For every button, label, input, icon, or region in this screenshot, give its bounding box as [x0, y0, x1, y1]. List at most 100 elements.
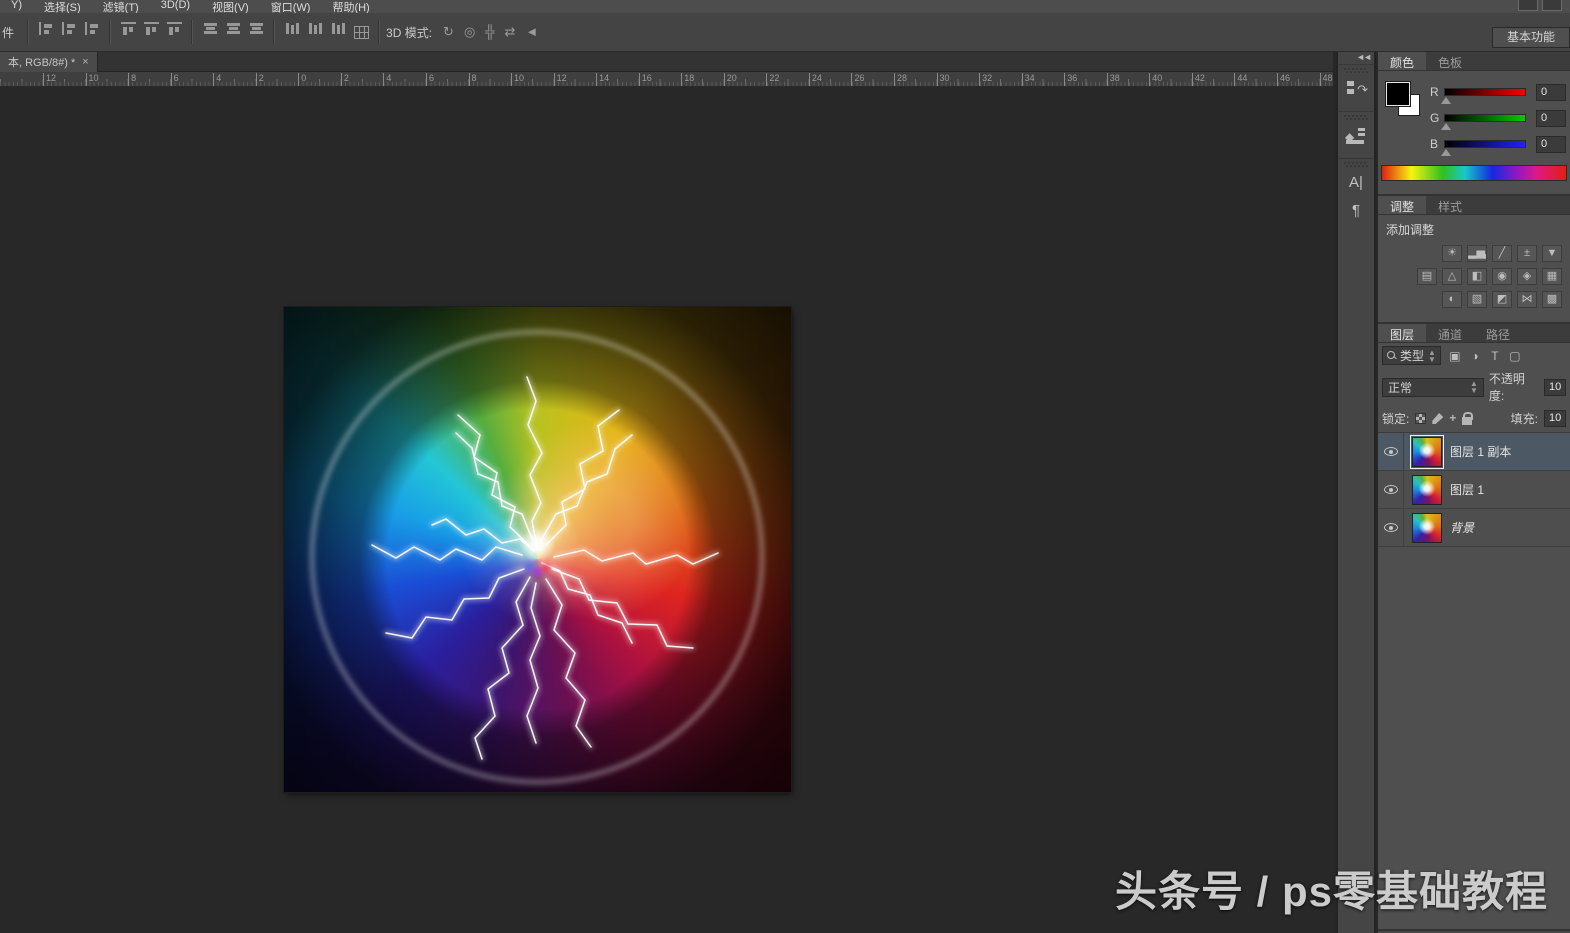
- blend-mode-select[interactable]: 正常 ▲ ▼: [1382, 377, 1484, 397]
- exposure-icon[interactable]: ±: [1517, 245, 1537, 262]
- selective-color-icon[interactable]: ▩: [1542, 291, 1562, 308]
- distribute-right-icon[interactable]: [331, 22, 347, 36]
- lock-position-icon[interactable]: +: [1449, 412, 1456, 424]
- ruler-tick-label: 42: [1191, 73, 1205, 86]
- brightness-contrast-icon[interactable]: ☀: [1442, 245, 1462, 262]
- canvas-area[interactable]: [0, 87, 1333, 933]
- 3d-mode-label: 3D 模式:: [386, 25, 433, 40]
- horizontal-ruler: 12 10 8 6 4 2 0 2 4 6 8 10 12 14 16 18 20 22 24 26 28 30 32 34 3…: [0, 72, 1333, 87]
- filter-pixel-layers-icon[interactable]: ▣: [1447, 349, 1463, 363]
- align-bottom-edges-icon[interactable]: [167, 22, 183, 36]
- curves-icon[interactable]: ╱: [1492, 245, 1512, 262]
- channel-value-b[interactable]: 0: [1536, 135, 1566, 153]
- align-horizontal-centers-icon[interactable]: [62, 22, 78, 36]
- layers-panel-tab[interactable]: 通道: [1426, 324, 1474, 342]
- 3d-drag-icon[interactable]: ╬: [485, 24, 494, 39]
- adjustments-panel-tab[interactable]: 调整: [1378, 196, 1427, 214]
- distribute-vertical-centers-icon[interactable]: [226, 22, 242, 36]
- color-panel-tab[interactable]: 颜色: [1378, 52, 1427, 70]
- posterize-icon[interactable]: ▧: [1467, 291, 1487, 308]
- eye-icon: [1383, 447, 1398, 456]
- filter-adjustment-layers-icon[interactable]: ◑: [1467, 349, 1483, 363]
- history-panel-icon[interactable]: [1344, 77, 1368, 102]
- channel-value-r[interactable]: 0: [1536, 83, 1566, 101]
- channel-slider-b[interactable]: [1441, 140, 1526, 156]
- 3d-slide-icon[interactable]: ⇄: [505, 24, 516, 39]
- foreground-color-swatch[interactable]: [1385, 81, 1411, 107]
- ruler-tick-label: 38: [1106, 73, 1120, 86]
- 3d-orbit-icon[interactable]: ↻: [443, 24, 454, 39]
- align-top-edges-icon[interactable]: [121, 22, 137, 36]
- channel-slider-g[interactable]: [1441, 114, 1526, 130]
- black-white-icon[interactable]: ◧: [1467, 268, 1487, 285]
- align-left-edges-icon[interactable]: [39, 22, 55, 36]
- slider-thumb-icon[interactable]: [1441, 97, 1451, 104]
- distribute-bottom-icon[interactable]: [249, 22, 265, 36]
- distribute-horizontal-centers-icon[interactable]: [308, 22, 324, 36]
- layer-thumbnail[interactable]: [1412, 512, 1442, 543]
- fill-label: 填充:: [1510, 412, 1538, 426]
- layer-thumbnail[interactable]: [1412, 474, 1442, 505]
- document-tab[interactable]: 本, RGB/8#) * ×: [0, 52, 98, 72]
- lock-all-icon[interactable]: [1462, 412, 1474, 425]
- align-right-edges-icon[interactable]: [85, 22, 101, 36]
- workspace-button[interactable]: 基本功能: [1491, 27, 1570, 48]
- panel-dock: ◄◄ A| ¶: [1336, 52, 1376, 933]
- align-vertical-centers-icon[interactable]: [144, 22, 160, 36]
- collapse-panels-icon[interactable]: ◄◄: [1338, 52, 1374, 64]
- distribute-left-icon[interactable]: [285, 22, 301, 36]
- lock-pixels-icon[interactable]: [1432, 413, 1444, 424]
- hue-saturation-icon[interactable]: ▤: [1417, 268, 1437, 285]
- layer-row[interactable]: 图层 1: [1378, 471, 1570, 509]
- channel-slider-r[interactable]: [1441, 88, 1526, 104]
- 3d-camera-icon[interactable]: ◄: [525, 24, 538, 39]
- adjustments-panel-tab[interactable]: 样式: [1426, 196, 1474, 214]
- adjustments-panel: 调整样式 添加调整 ☀ ▂▅▃ ╱ ± ▼ ▤ △ ◧ ◉ ◈ ▦ ◐ ▧ ◩ ⋈ ▩: [1378, 196, 1570, 324]
- layers-panel-tab[interactable]: 路径: [1474, 324, 1522, 342]
- panel-grip[interactable]: [1344, 162, 1368, 167]
- close-tab-icon[interactable]: ×: [82, 56, 88, 68]
- layer-row[interactable]: 图层 1 副本: [1378, 433, 1570, 471]
- opacity-value[interactable]: 10: [1544, 378, 1566, 396]
- slider-thumb-icon[interactable]: [1441, 123, 1451, 130]
- panel-grip[interactable]: [1344, 68, 1368, 73]
- 3d-roll-icon[interactable]: ◎: [464, 24, 475, 39]
- layer-row[interactable]: 背景: [1378, 509, 1570, 547]
- photo-filter-icon[interactable]: ◉: [1492, 268, 1512, 285]
- vibrance-icon[interactable]: ▼: [1542, 245, 1562, 262]
- distribute-top-icon[interactable]: [203, 22, 219, 36]
- divider: [274, 20, 276, 44]
- levels-icon[interactable]: ▂▅▃: [1467, 245, 1487, 262]
- gradient-map-icon[interactable]: ⋈: [1517, 291, 1537, 308]
- threshold-icon[interactable]: ◩: [1492, 291, 1512, 308]
- layer-name: 图层 1: [1450, 483, 1485, 497]
- visibility-toggle[interactable]: [1378, 471, 1404, 508]
- invert-icon[interactable]: ◐: [1442, 291, 1462, 308]
- color-spectrum-bar[interactable]: [1381, 165, 1567, 181]
- minimize-button[interactable]: [1518, 0, 1538, 11]
- character-panel-icon[interactable]: A|: [1344, 171, 1368, 195]
- auto-align-layers-icon[interactable]: [354, 25, 370, 39]
- filter-kind-select[interactable]: 类型 ▲ ▼: [1382, 346, 1441, 365]
- filter-type-layers-icon[interactable]: T: [1487, 349, 1503, 363]
- slider-thumb-icon[interactable]: [1441, 149, 1451, 156]
- layers-panel-tab[interactable]: 图层: [1378, 324, 1427, 342]
- visibility-toggle[interactable]: [1378, 509, 1404, 546]
- paragraph-panel-icon[interactable]: ¶: [1344, 199, 1368, 223]
- color-panel-tab[interactable]: 色板: [1426, 52, 1474, 70]
- visibility-toggle[interactable]: [1378, 433, 1404, 470]
- layer-thumbnail[interactable]: [1410, 434, 1444, 469]
- lock-transparency-icon[interactable]: [1415, 413, 1427, 424]
- channel-value-g[interactable]: 0: [1536, 109, 1566, 127]
- color-balance-icon[interactable]: △: [1442, 268, 1462, 285]
- fill-value[interactable]: 10: [1544, 410, 1566, 427]
- 3d-properties-panel-icon[interactable]: [1344, 124, 1368, 149]
- restore-button[interactable]: [1542, 0, 1562, 11]
- color-lookup-icon[interactable]: ▦: [1542, 268, 1562, 285]
- channel-mixer-icon[interactable]: ◈: [1517, 268, 1537, 285]
- panel-grip[interactable]: [1344, 115, 1368, 120]
- filter-shape-layers-icon[interactable]: ▢: [1507, 349, 1523, 363]
- editor-area: 本, RGB/8#) * × 12 10 8 6 4 2 0 2 4 6 8 10 12 14 16 18 20…: [0, 52, 1333, 933]
- plasma-ball-artwork[interactable]: [284, 307, 791, 792]
- color-panel: 颜色 色板 R0G0B0: [1378, 52, 1570, 196]
